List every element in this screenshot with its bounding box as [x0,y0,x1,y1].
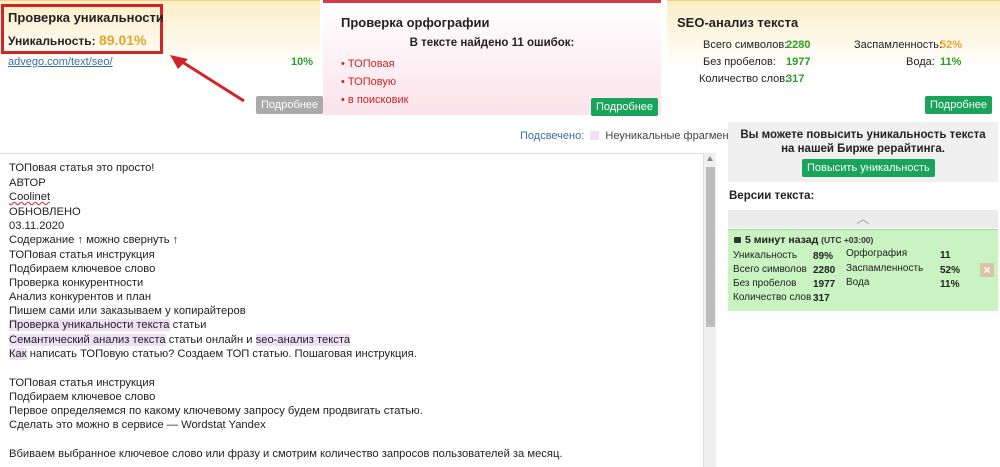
text-fragment: статьи [169,319,207,331]
v-spam-value: 52% [940,265,961,276]
seo-spam-value: 52% [940,39,963,51]
text-line: Анализ конкурентов и план [9,291,152,303]
nonunique-fragment: Как [9,348,27,360]
seo-words-label: Количество слов: [699,73,789,85]
uniqueness-percent: 10% [291,56,314,68]
orthography-title: Проверка орфографии [341,15,490,30]
text-viewer[interactable]: ТОПовая статья это просто! АВТОР Cooline… [0,153,716,467]
text-line: Проверка уникальности текста статьи [9,319,206,331]
error-item[interactable]: • ТОПовую [341,76,396,88]
lock-icon [734,237,741,243]
error-item-text[interactable]: в поисковик [348,94,408,106]
v-nospace-label: Без пробелов [733,278,797,289]
seo-nospace-value: 1977 [786,56,811,68]
seo-water-value: 11% [940,56,962,68]
red-arrow-icon [170,55,245,103]
v-words-label: Количество слов [733,292,812,303]
text-line: Первое определяемся по какому ключевому … [9,405,423,417]
text-line: Пишем сами или заказываем у копирайтеров [9,305,246,317]
seo-words-value: 317 [786,73,805,85]
nonunique-fragment: Проверка уникальности текста [9,319,170,331]
text-line: АВТОР [9,177,46,189]
version-header: 5 минут назад (UTC +03:00) [734,234,873,246]
text-line: Подбираем ключевое слово [9,263,156,275]
legend-label: Подсвечено: [520,130,585,142]
v-nospace-value: 1977 [813,279,836,290]
promo-text: Вы можете повысить уникальность текста н… [740,129,986,155]
version-timezone: (UTC +03:00) [821,235,874,245]
v-spam-label: Заспамленность [846,263,924,274]
orthography-more-button[interactable]: Подробнее [591,98,659,116]
text-line: ТОПовая статья инструкция [9,377,155,389]
legend-swatch [590,131,600,140]
v-total-value: 2280 [813,265,836,276]
nonunique-fragment: seo-анализ текста [255,334,351,346]
text-line: 03.11.2020 [9,220,65,232]
text-line: ТОПовая статья это просто! [9,162,155,174]
seo-total-value: 2280 [786,39,811,51]
text-fragment: статьи онлайн и [165,334,256,346]
seo-total-label: Всего символов: [703,39,788,51]
chevron-up-icon[interactable]: ︿ [728,210,998,228]
uniqueness-value: 89.01% [99,32,147,48]
orthography-found: В тексте найдено 11 ошибок: [409,37,575,49]
nonunique-fragment: Семантический анализ текста [9,334,166,346]
text-line-misspelled: Coolinet [9,191,51,203]
text-line: ОБНОВЛЕНО [9,206,81,218]
text-line: Как написать ТОПовую статью? Создаем ТОП… [9,348,417,360]
version-item[interactable]: 5 минут назад (UTC +03:00) Уникальность … [728,229,998,311]
close-icon[interactable]: × [980,263,994,277]
uniqueness-more-button[interactable]: Подробнее [256,96,324,114]
uniqueness-link[interactable]: advego.com/text/seo/ [8,56,113,68]
text-line: Вбиваем выбранное ключевое слово или фра… [9,448,563,460]
error-item-text[interactable]: ТОПовую [348,76,396,88]
versions-title: Версии текста: [729,190,815,202]
error-item[interactable]: • в поисковик [341,94,408,106]
error-item-text[interactable]: ТОПовая [348,58,395,70]
text-fragment: написать ТОПовую статью? Создаем ТОП ста… [26,348,417,360]
seo-title: SEO-анализ текста [677,15,799,30]
text-line: Подбираем ключевое слово [9,391,156,403]
legend-text: Неуникальные фрагменты [605,130,742,142]
seo-nospace-label: Без пробелов: [703,56,776,68]
seo-spam-label: Заспамленность: [854,39,943,51]
text-line: ТОПовая статья инструкция [9,249,155,261]
text-line: Содержание ↑ можно свернуть ↑ [9,234,179,246]
text-scrollbar[interactable] [703,153,716,467]
v-water-value: 11% [940,279,960,290]
uniqueness-label-text: Уникальность: [8,34,96,48]
text-line: Семантический анализ текста статьи онлай… [9,334,351,346]
uniqueness-panel: Проверка уникальности Уникальность: 89.0… [0,0,324,115]
orthography-panel: Проверка орфографии В тексте найдено 11 … [323,0,661,116]
text-line: Проверка конкурентности [9,277,144,289]
v-uniq-label: Уникальность [733,250,798,261]
uniqueness-label: Уникальность: 89.01% [8,32,146,48]
v-orth-value: 11 [940,250,951,261]
version-time: 5 минут назад [745,234,819,246]
v-water-label: Вода [846,277,870,288]
v-orth-label: Орфография [846,248,908,259]
error-item[interactable]: • ТОПовая [341,58,395,70]
scroll-thumb[interactable] [706,167,715,327]
text-line: Сделать это можно в сервисе — Wordstat Y… [9,419,266,431]
scroll-up-icon[interactable] [707,156,713,161]
highlight-legend: Подсвечено: Неуникальные фрагменты [520,130,742,142]
seo-more-button[interactable]: Подробнее [925,96,993,114]
v-uniq-value: 89% [813,251,834,262]
promo-box: Вы можете повысить уникальность текста н… [728,122,998,182]
v-words-value: 317 [813,293,830,304]
seo-water-label: Вода: [906,56,935,68]
seo-panel: SEO-анализ текста Всего символов: 2280 Б… [667,0,1000,115]
v-total-label: Всего символов [733,264,807,275]
uniqueness-title: Проверка уникальности [8,10,164,25]
increase-uniqueness-button[interactable]: Повысить уникальность [802,159,935,177]
